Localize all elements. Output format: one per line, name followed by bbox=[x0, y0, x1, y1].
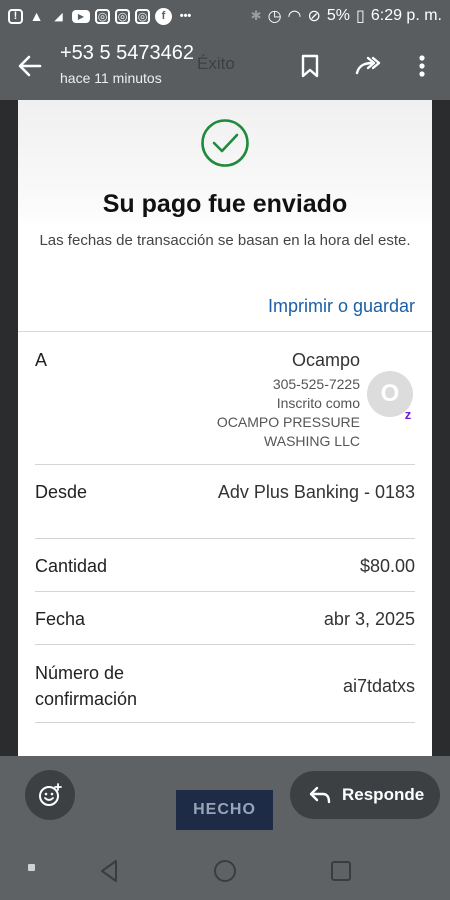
circle-home-icon bbox=[214, 860, 236, 882]
add-reaction-button[interactable] bbox=[25, 770, 75, 820]
instagram-icon: ◎ bbox=[135, 8, 150, 24]
facebook-icon: f bbox=[155, 7, 172, 25]
navigation-dot-icon bbox=[28, 864, 35, 871]
forward-icon bbox=[355, 56, 381, 75]
recipient-name: Ocampo bbox=[291, 350, 360, 370]
recipient-details: Ocampo 305-525-7225 Inscrito como OCAMPO… bbox=[217, 350, 360, 451]
add-emoji-icon bbox=[39, 783, 62, 806]
from-row: Desde Adv Plus Banking - 0183 bbox=[35, 482, 415, 503]
from-label: Desde bbox=[35, 482, 88, 502]
divider bbox=[35, 591, 415, 592]
battery-percent: 5% bbox=[326, 7, 351, 24]
confirmation-label-line2: confirmación bbox=[35, 689, 138, 709]
success-check-icon bbox=[201, 119, 249, 167]
business-name-line2: WASHING LLC bbox=[264, 433, 360, 449]
from-account: Adv Plus Banking - 0183 bbox=[217, 482, 415, 502]
send-icon: ◢ bbox=[54, 10, 63, 23]
business-name-line1: OCAMPO PRESSURE bbox=[216, 414, 360, 430]
bookmark-icon bbox=[301, 54, 319, 78]
instagram-icon: ◎ bbox=[95, 8, 110, 24]
date-label: Fecha bbox=[35, 609, 86, 629]
timezone-note: Las fechas de transacción se basan en la… bbox=[39, 232, 411, 249]
nav-home-button[interactable] bbox=[212, 858, 238, 884]
kebab-menu-icon bbox=[419, 55, 425, 77]
divider bbox=[35, 722, 415, 723]
instagram-icon: ◎ bbox=[115, 8, 130, 24]
print-or-save-link[interactable]: Imprimir o guardar bbox=[268, 296, 415, 317]
confirmation-row: Número de confirmación ai7tdatxs bbox=[35, 660, 415, 712]
bookmark-button[interactable] bbox=[296, 52, 324, 80]
more-options-button[interactable] bbox=[408, 52, 436, 80]
nav-back-button[interactable] bbox=[96, 858, 122, 884]
done-button[interactable]: HECHO bbox=[176, 790, 273, 830]
mute-icon: ⊘ bbox=[307, 8, 321, 25]
zelle-badge-icon: z bbox=[404, 407, 412, 422]
square-recents-icon bbox=[331, 861, 351, 881]
contact-number[interactable]: +53 5 5473462 bbox=[60, 42, 194, 65]
amount-value: $80.00 bbox=[359, 556, 415, 576]
conversation-header: +53 5 5473462 hace 11 minutos Éxito bbox=[0, 32, 450, 100]
message-status: Éxito bbox=[197, 54, 235, 73]
payment-confirmation-image[interactable]: Su pago fue enviado Las fechas de transa… bbox=[18, 100, 432, 756]
wifi-icon: ◠ bbox=[287, 8, 302, 25]
status-bar: ! ▲ ◢ ▶ ◎ ◎ ◎ f ••• ✱ ◷ ◠ ⊘ 5% ▯ 6:29 p.… bbox=[0, 0, 450, 32]
recipient-row: A Ocampo 305-525-7225 Inscrito como OCAM… bbox=[35, 350, 415, 449]
alarm-icon: ◷ bbox=[267, 8, 282, 25]
clock: 6:29 p. m. bbox=[370, 7, 442, 24]
back-arrow-icon bbox=[18, 55, 42, 77]
nav-recents-button[interactable] bbox=[328, 858, 354, 884]
alert-notification-icon: ! bbox=[8, 8, 23, 24]
payment-sent-title: Su pago fue enviado bbox=[102, 190, 348, 218]
bluetooth-icon: ✱ bbox=[250, 8, 262, 23]
recipient-phone: 305-525-7225 bbox=[272, 376, 360, 392]
image-viewer-margin bbox=[432, 100, 450, 756]
divider bbox=[35, 644, 415, 645]
battery-icon: ▯ bbox=[356, 8, 365, 25]
more-notifications-icon: ••• bbox=[179, 10, 192, 22]
triangle-back-icon bbox=[101, 860, 117, 882]
youtube-icon: ▶ bbox=[72, 9, 90, 23]
enrolled-as-label: Inscrito como bbox=[276, 395, 360, 411]
divider bbox=[35, 538, 415, 539]
warning-icon: ▲ bbox=[29, 8, 44, 24]
last-seen-text: hace 11 minutos bbox=[60, 70, 162, 86]
reply-label: Responde bbox=[342, 785, 425, 804]
reply-button[interactable]: Responde bbox=[290, 771, 440, 819]
divider bbox=[18, 331, 432, 332]
reply-arrow-icon bbox=[309, 786, 331, 804]
confirmation-label: Número de confirmación bbox=[35, 660, 137, 712]
amount-row: Cantidad $80.00 bbox=[35, 556, 415, 577]
confirmation-label-line1: Número de bbox=[35, 663, 125, 683]
back-button[interactable] bbox=[16, 52, 44, 80]
date-row: Fecha abr 3, 2025 bbox=[35, 609, 415, 630]
date-value: abr 3, 2025 bbox=[323, 609, 415, 629]
image-viewer-margin bbox=[0, 100, 18, 756]
forward-button[interactable] bbox=[355, 52, 383, 80]
notification-icons: ! ▲ ◢ ▶ ◎ ◎ ◎ f ••• bbox=[8, 7, 194, 25]
amount-label: Cantidad bbox=[35, 556, 108, 576]
system-icons: ✱ ◷ ◠ ⊘ 5% ▯ 6:29 p. m. bbox=[251, 6, 442, 26]
confirmation-number: ai7tdatxs bbox=[342, 675, 415, 696]
divider bbox=[35, 464, 415, 465]
